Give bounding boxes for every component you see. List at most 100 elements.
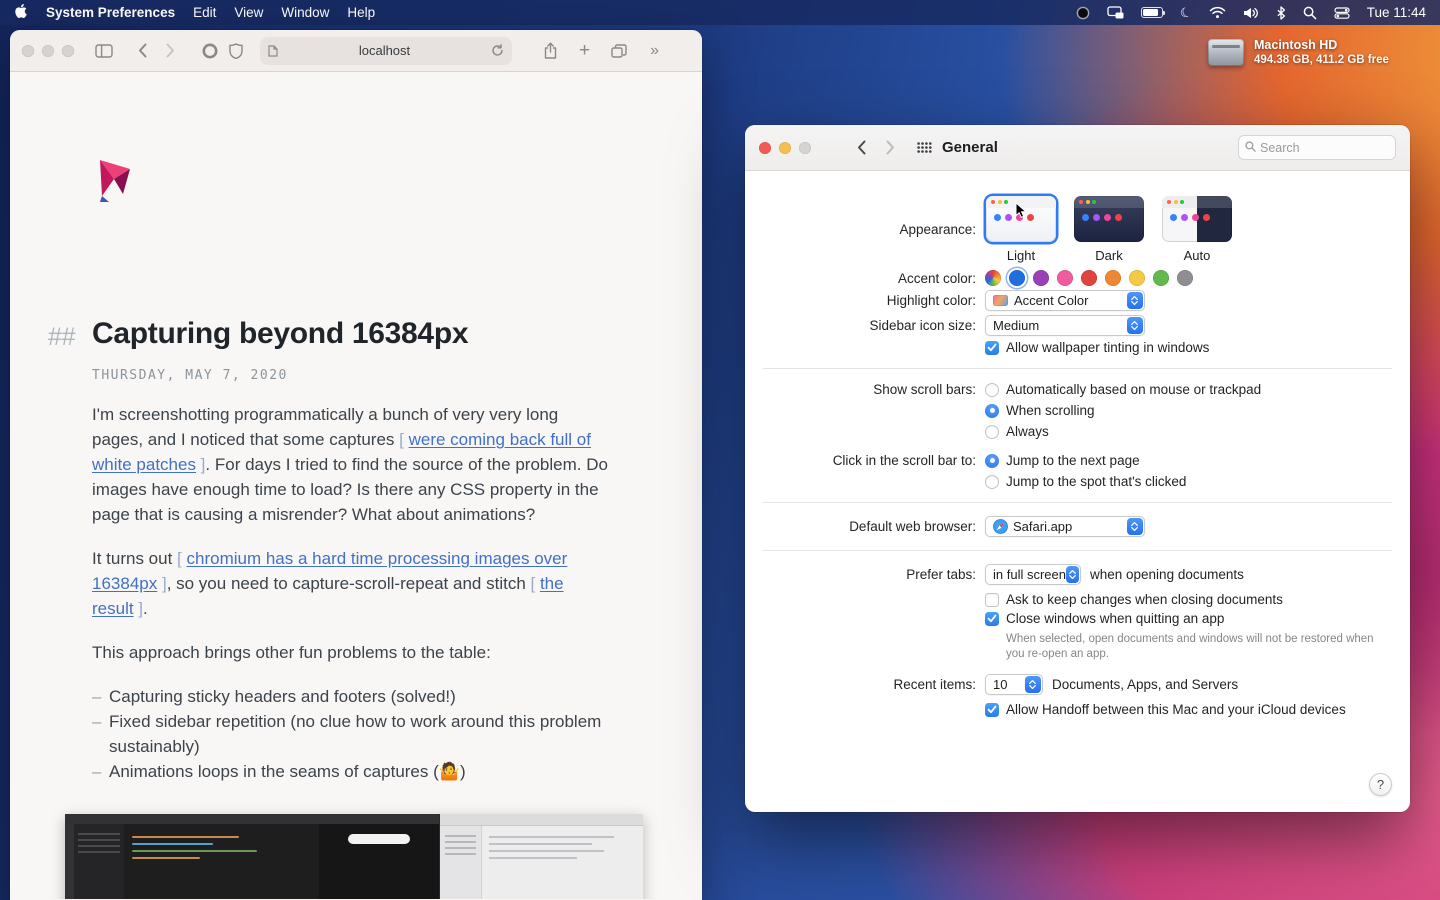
zoom-button[interactable] bbox=[62, 45, 74, 57]
ask-keep-changes-checkbox[interactable] bbox=[985, 593, 999, 607]
list-dash: – bbox=[92, 709, 109, 759]
safari-app-icon bbox=[993, 519, 1008, 534]
close-button[interactable] bbox=[759, 142, 771, 154]
radio-when-scrolling[interactable]: When scrolling bbox=[985, 403, 1261, 418]
zoom-button[interactable] bbox=[799, 142, 811, 154]
prefer-tabs-suffix: when opening documents bbox=[1090, 567, 1244, 582]
sidebar-toggle-button[interactable] bbox=[95, 44, 113, 58]
appearance-option-dark[interactable]: Dark bbox=[1073, 196, 1145, 263]
new-tab-button[interactable]: + bbox=[579, 41, 590, 60]
screenshot-code-editor bbox=[65, 814, 439, 899]
accent-swatch-red[interactable] bbox=[1081, 270, 1097, 286]
close-windows-label: Close windows when quitting an app bbox=[1006, 611, 1224, 626]
radio-label: Automatically based on mouse or trackpad bbox=[1006, 382, 1261, 397]
extension-badge-icon[interactable] bbox=[202, 43, 218, 59]
apple-menu[interactable] bbox=[14, 3, 28, 22]
markdown-hashes: ## bbox=[48, 319, 75, 355]
radio-automatically[interactable]: Automatically based on mouse or trackpad bbox=[985, 382, 1261, 397]
menu-clock[interactable]: Tue 11:44 bbox=[1367, 5, 1426, 20]
hard-drive-icon bbox=[1208, 39, 1244, 66]
radio-icon bbox=[985, 383, 999, 397]
toolbar-overflow-button[interactable]: » bbox=[650, 42, 659, 60]
radio-icon bbox=[985, 404, 999, 418]
highlight-color-select[interactable]: Accent Color bbox=[985, 290, 1145, 311]
control-center-icon[interactable] bbox=[1334, 7, 1350, 19]
prefer-tabs-select[interactable]: in full screen bbox=[985, 564, 1081, 585]
minimize-button[interactable] bbox=[42, 45, 54, 57]
safari-window: localhost + » ##Capturing beyond 16384px… bbox=[10, 30, 702, 900]
bluetooth-icon[interactable] bbox=[1276, 6, 1286, 20]
p2-text-2: , so you need to capture-scroll-repeat a… bbox=[167, 574, 531, 593]
menu-help[interactable]: Help bbox=[347, 5, 375, 20]
select-arrows-icon bbox=[1127, 292, 1143, 309]
radio-label: Always bbox=[1006, 424, 1049, 439]
accent-swatch-graphite[interactable] bbox=[1177, 270, 1193, 286]
close-button[interactable] bbox=[22, 45, 34, 57]
help-button[interactable]: ? bbox=[1369, 773, 1392, 796]
appearance-caption: Auto bbox=[1161, 248, 1233, 263]
menu-window[interactable]: Window bbox=[281, 5, 329, 20]
do-not-disturb-icon[interactable]: ☾ bbox=[1178, 4, 1193, 20]
wallpaper-tinting-checkbox[interactable] bbox=[985, 341, 999, 355]
accent-swatch-orange[interactable] bbox=[1105, 270, 1121, 286]
sidebar-size-select[interactable]: Medium bbox=[985, 315, 1145, 336]
handoff-checkbox[interactable] bbox=[985, 703, 999, 717]
display-mirroring-icon[interactable] bbox=[1107, 6, 1124, 19]
shield-extension-icon[interactable] bbox=[229, 43, 243, 59]
list-item-text: Fixed sidebar repetition (no clue how to… bbox=[109, 709, 608, 759]
radio-icon bbox=[985, 454, 999, 468]
forward-button[interactable] bbox=[166, 43, 175, 58]
close-windows-note: When selected, open documents and window… bbox=[1006, 632, 1378, 662]
list-item: –Fixed sidebar repetition (no clue how t… bbox=[92, 709, 608, 759]
recent-items-select[interactable]: 10 bbox=[985, 674, 1043, 695]
radio-always[interactable]: Always bbox=[985, 424, 1261, 439]
tab-overview-button[interactable] bbox=[611, 44, 627, 58]
address-bar[interactable]: localhost bbox=[260, 37, 512, 65]
back-button[interactable] bbox=[857, 140, 866, 155]
appearance-option-light[interactable]: Light bbox=[985, 196, 1057, 263]
reload-button[interactable] bbox=[491, 44, 504, 57]
back-button[interactable] bbox=[138, 43, 147, 58]
search-field[interactable] bbox=[1238, 135, 1396, 160]
radio-jump-to-spot[interactable]: Jump to the spot that's clicked bbox=[985, 474, 1186, 489]
show-all-button[interactable] bbox=[917, 142, 932, 153]
menu-app-name[interactable]: System Preferences bbox=[46, 5, 175, 20]
menu-view[interactable]: View bbox=[234, 5, 263, 20]
ask-keep-changes-label: Ask to keep changes when closing documen… bbox=[1006, 592, 1283, 607]
list-dash: – bbox=[92, 759, 109, 784]
default-browser-value: Safari.app bbox=[1013, 519, 1072, 534]
spotlight-search-icon[interactable] bbox=[1303, 6, 1317, 20]
forward-button[interactable] bbox=[886, 140, 895, 155]
disk-name: Macintosh HD bbox=[1254, 38, 1389, 52]
desktop-disk[interactable]: Macintosh HD 494.38 GB, 411.2 GB free bbox=[1208, 38, 1389, 66]
handoff-row: Allow Handoff between this Mac and your … bbox=[745, 702, 1410, 717]
search-input[interactable] bbox=[1260, 141, 1389, 155]
screen-record-icon[interactable] bbox=[1076, 6, 1090, 20]
screenshot-finder-window bbox=[439, 814, 643, 899]
accent-swatch-blue[interactable] bbox=[1009, 270, 1025, 286]
blog-logo[interactable] bbox=[92, 154, 138, 204]
default-browser-label: Default web browser: bbox=[763, 519, 985, 534]
default-browser-select[interactable]: Safari.app bbox=[985, 516, 1145, 537]
radio-jump-next-page[interactable]: Jump to the next page bbox=[985, 453, 1186, 468]
prefs-titlebar: General bbox=[745, 125, 1410, 171]
accent-swatch-green[interactable] bbox=[1153, 270, 1169, 286]
minimize-button[interactable] bbox=[779, 142, 791, 154]
accent-swatch-pink[interactable] bbox=[1057, 270, 1073, 286]
accent-swatch-purple[interactable] bbox=[1033, 270, 1049, 286]
post-list: –Capturing sticky headers and footers (s… bbox=[92, 684, 608, 784]
post-title-row: ##Capturing beyond 16384px bbox=[92, 316, 608, 352]
appearance-option-auto[interactable]: Auto bbox=[1161, 196, 1233, 263]
mouse-cursor bbox=[1015, 202, 1027, 219]
accent-swatch-yellow[interactable] bbox=[1129, 270, 1145, 286]
close-windows-checkbox[interactable] bbox=[985, 612, 999, 626]
battery-icon[interactable] bbox=[1141, 7, 1163, 18]
wifi-icon[interactable] bbox=[1209, 6, 1226, 19]
volume-icon[interactable] bbox=[1243, 7, 1259, 19]
system-preferences-window: General Appearance: Light bbox=[745, 125, 1410, 812]
share-button[interactable] bbox=[543, 42, 558, 59]
accent-swatch-multicolor[interactable] bbox=[985, 270, 1001, 286]
apple-icon bbox=[14, 3, 28, 19]
menu-edit[interactable]: Edit bbox=[193, 5, 216, 20]
highlight-color-label: Highlight color: bbox=[763, 293, 985, 308]
